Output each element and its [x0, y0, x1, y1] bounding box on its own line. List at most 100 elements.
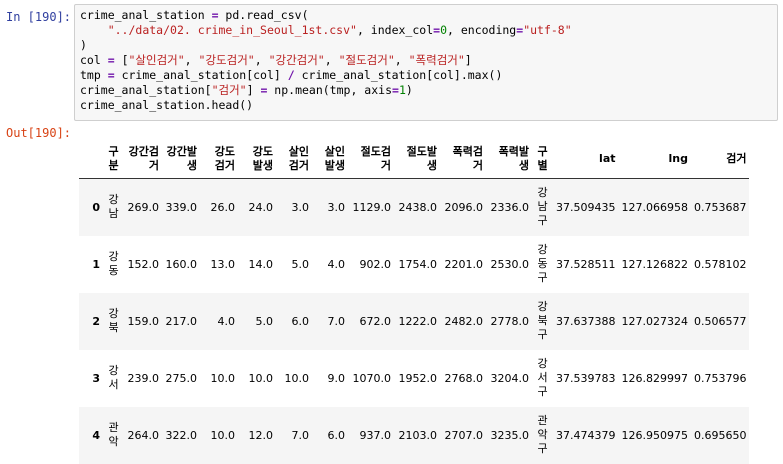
table-cell: 159.0 — [127, 314, 160, 328]
table-cell: 강북 — [108, 307, 119, 334]
table-cell: 0.578102 — [693, 257, 747, 271]
code-token: = — [107, 68, 115, 82]
code-token: "검거" — [211, 83, 247, 97]
table-cell: 127.027324 — [621, 314, 688, 328]
table-cell: 5.0 — [255, 314, 274, 328]
table-cell: 1754.0 — [398, 257, 438, 271]
column-header: 강간검거 — [124, 140, 162, 179]
code-token: = — [211, 8, 219, 22]
column-header: lng — [618, 140, 691, 179]
table-cell: 37.509435 — [556, 200, 616, 214]
table-cell: 1070.0 — [352, 371, 392, 385]
code-token: crime_anal_station[col].max() — [294, 68, 503, 82]
table-cell: 37.474379 — [556, 428, 616, 442]
table-cell: 126.950975 — [621, 428, 688, 442]
code-token: / — [287, 68, 295, 82]
code-token: 1 — [398, 83, 406, 97]
table-cell: 2768.0 — [444, 371, 484, 385]
code-token: "강간검거" — [268, 53, 325, 67]
code-token: ) — [405, 83, 413, 97]
table-cell: 강동구 — [537, 243, 548, 284]
code-cell-input[interactable]: crime_anal_station = pd.read_csv( "../da… — [74, 4, 778, 121]
code-token: , index_col — [356, 23, 434, 37]
table-cell: 2482.0 — [444, 314, 484, 328]
table-cell: 7.0 — [291, 428, 310, 442]
table-cell: 강남 — [108, 193, 119, 221]
table-cell: 269.0 — [127, 200, 160, 214]
code-token: tmp — [80, 68, 108, 82]
column-header: 구별 — [532, 140, 553, 179]
table-cell: 2336.0 — [490, 200, 530, 214]
column-header: lat — [553, 140, 619, 179]
code-token: np.mean(tmp, axis — [267, 83, 392, 97]
table-cell: 10.0 — [210, 371, 236, 385]
code-token: crime_anal_station — [80, 8, 212, 22]
table-cell: 902.0 — [359, 257, 392, 271]
table-cell: 24.0 — [248, 200, 274, 214]
table-cell: 3.0 — [327, 200, 346, 214]
column-header: 강간발생 — [162, 140, 200, 179]
table-cell: 26.0 — [210, 200, 236, 214]
code-token: col — [80, 53, 108, 67]
table-row: 0 강남 269.0 339.0 26.0 24.0 3.0 3.0 1129.… — [79, 178, 750, 236]
code-token: crime_anal_station[col] — [114, 68, 288, 82]
table-cell: 10.0 — [284, 371, 310, 385]
row-index: 1 — [92, 257, 100, 271]
code-editor[interactable]: crime_anal_station = pd.read_csv( "../da… — [80, 8, 572, 113]
code-token: [ — [114, 53, 129, 67]
column-header: 강도검거 — [200, 140, 238, 179]
table-cell: 339.0 — [165, 200, 198, 214]
table-cell: 14.0 — [248, 257, 274, 271]
column-header: 폭력발생 — [486, 140, 532, 179]
table-cell: 강서 — [108, 364, 119, 391]
table-cell: 0.506577 — [693, 314, 747, 328]
table-cell: 13.0 — [210, 257, 236, 271]
table-cell: 264.0 — [127, 428, 160, 442]
code-token: , encoding — [447, 23, 517, 37]
column-header: 절도발생 — [394, 140, 440, 179]
table-row: 1 강동 152.0 160.0 13.0 14.0 5.0 4.0 902.0… — [79, 236, 749, 293]
code-token: , — [184, 53, 199, 67]
code-token: ] — [246, 83, 261, 97]
code-token: ) — [80, 38, 87, 52]
column-header: 절도검거 — [348, 140, 394, 179]
table-row: 4 관악 264.0 322.0 10.0 12.0 7.0 6.0 937.0… — [79, 406, 750, 464]
row-index: 2 — [92, 314, 100, 328]
table-row: 2 강북 159.0 217.0 4.0 5.0 6.0 7.0 672.0 1… — [79, 292, 750, 350]
table-cell: 4.0 — [217, 314, 236, 328]
table-cell: 2778.0 — [490, 314, 530, 328]
table-cell: 5.0 — [291, 257, 310, 271]
table-cell: 37.528511 — [556, 257, 616, 271]
table-cell: 강서구 — [537, 357, 548, 398]
table-cell: 관악구 — [537, 414, 548, 455]
table-cell: 2103.0 — [398, 428, 438, 442]
code-token: "강도검거" — [198, 53, 255, 67]
column-header: 검거 — [690, 140, 750, 179]
table-cell: 217.0 — [165, 314, 198, 328]
table-cell: 강동 — [108, 250, 119, 277]
table-cell: 0.753687 — [693, 200, 747, 214]
table-cell: 37.637388 — [556, 314, 616, 328]
code-token: , — [324, 53, 339, 67]
table-cell: 2707.0 — [444, 428, 484, 442]
table-cell: 152.0 — [127, 257, 160, 271]
table-cell: 322.0 — [165, 428, 198, 442]
code-token: crime_anal_station[ — [80, 83, 212, 97]
table-cell: 6.0 — [327, 428, 346, 442]
table-cell: 275.0 — [165, 371, 198, 385]
table-cell: 1222.0 — [398, 314, 438, 328]
output-prompt: Out[190]: — [6, 126, 72, 140]
table-cell: 3.0 — [291, 200, 310, 214]
table-cell: 160.0 — [165, 257, 198, 271]
table-cell: 0.695650 — [693, 428, 747, 442]
table-cell: 239.0 — [127, 371, 160, 385]
table-cell: 127.066958 — [621, 200, 688, 214]
code-token: crime_anal_station.head() — [80, 98, 254, 112]
input-prompt: In [190]: — [6, 10, 72, 24]
index-header — [79, 140, 103, 179]
code-token: ] — [464, 53, 472, 67]
table-cell: 12.0 — [248, 428, 274, 442]
column-header: 강도발생 — [238, 140, 276, 179]
code-token: 0 — [440, 23, 447, 37]
